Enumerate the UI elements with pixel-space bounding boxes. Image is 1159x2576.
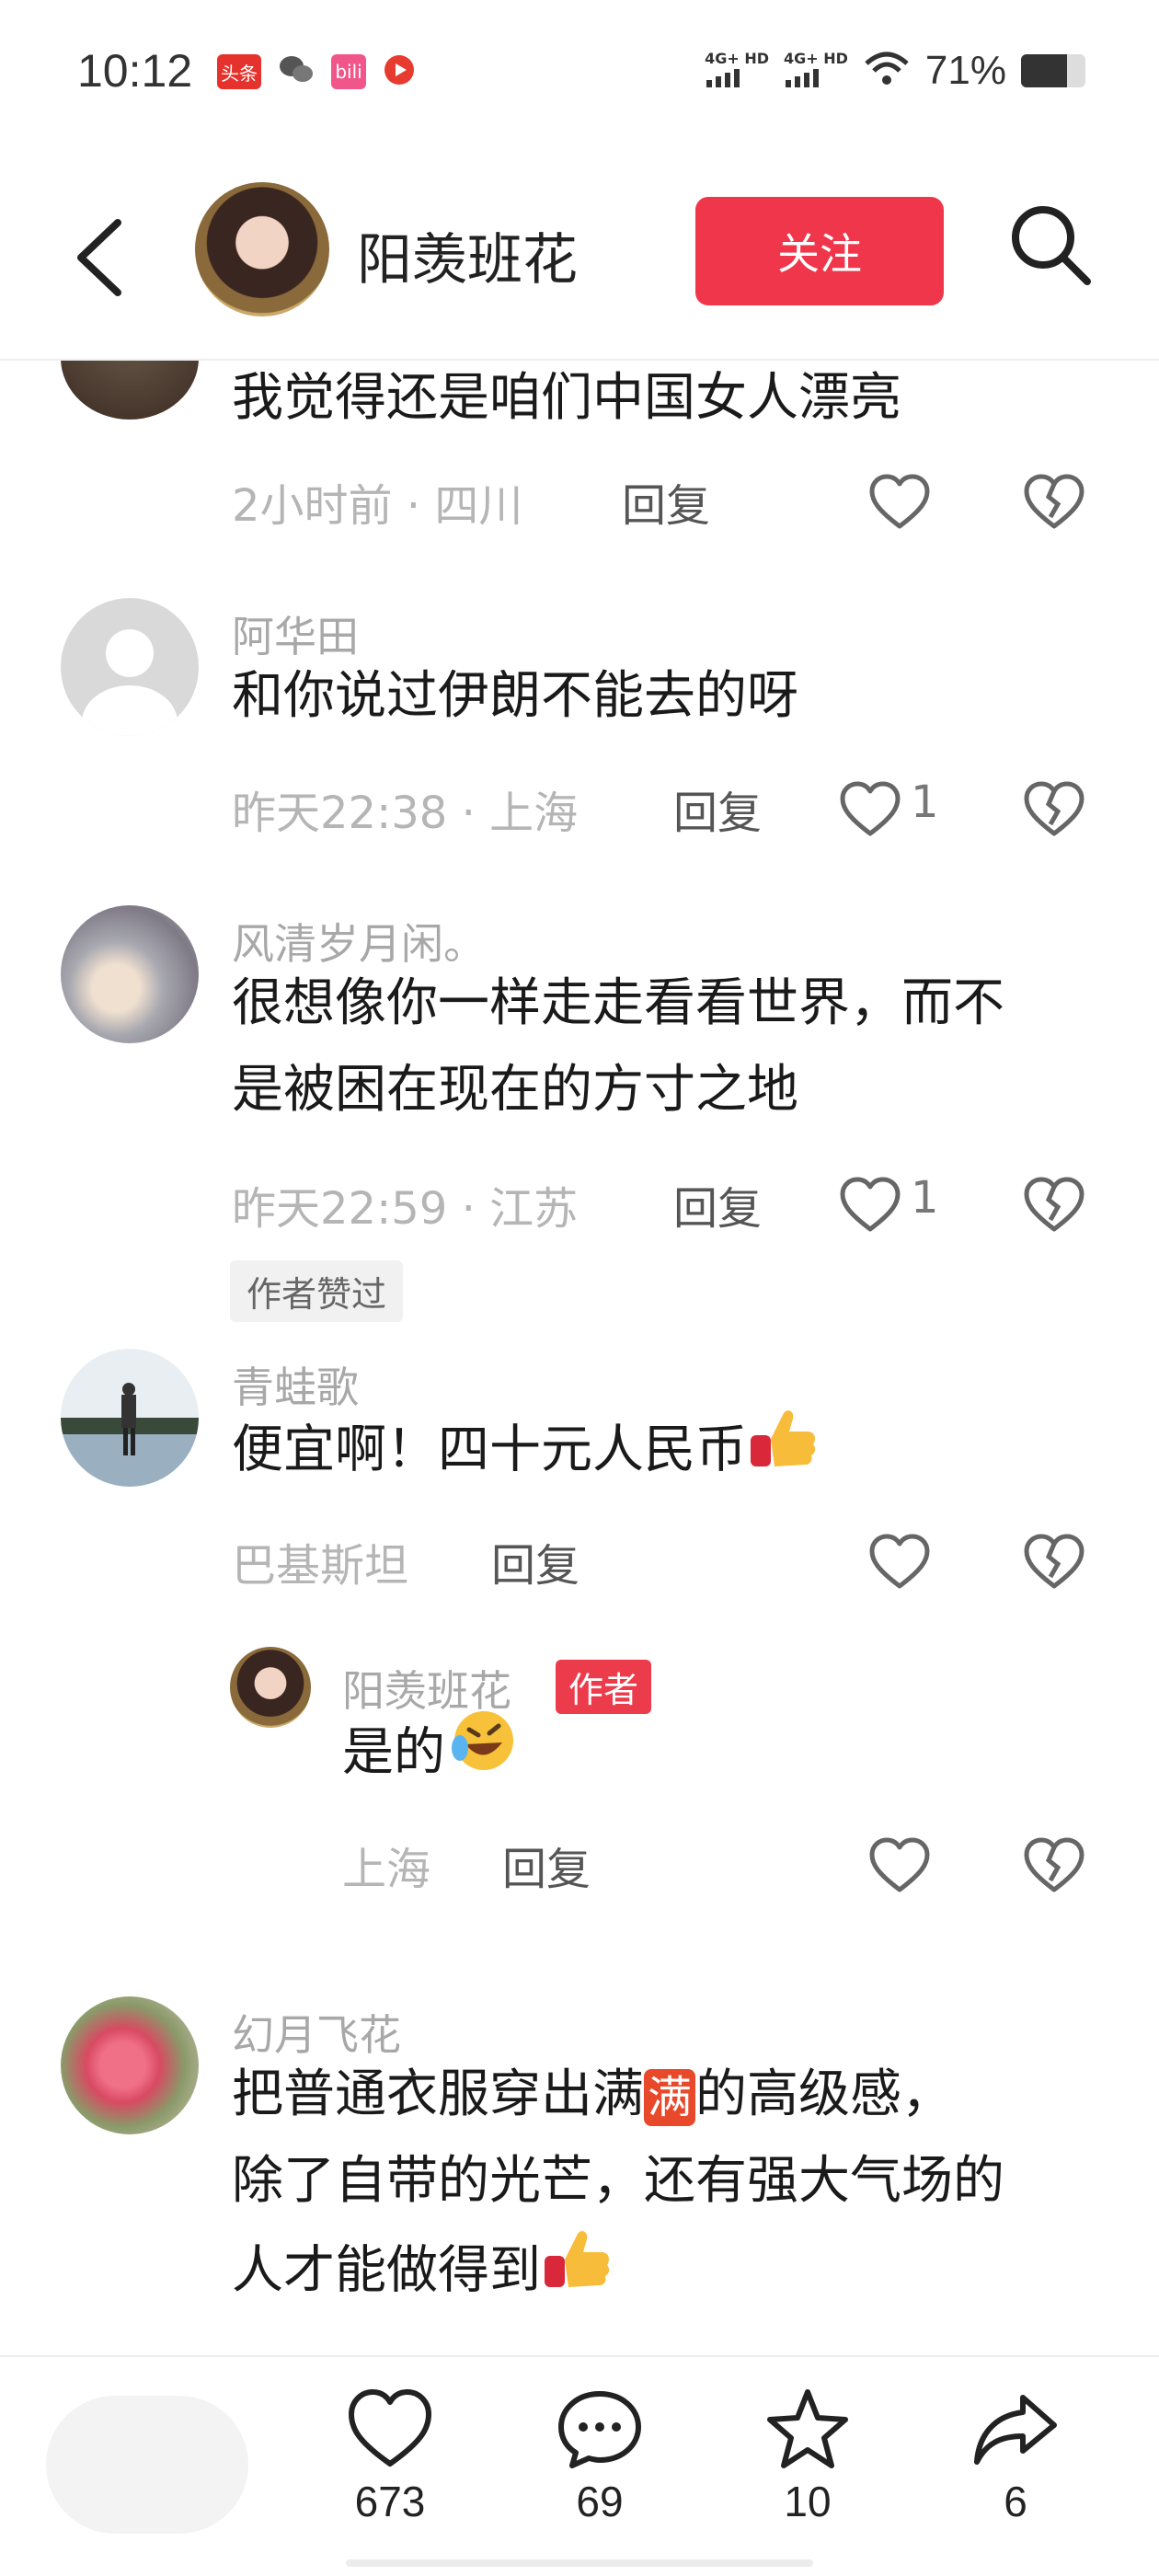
comment-post-button[interactable]: 69 [535, 2385, 664, 2559]
reply-button[interactable]: 回复 [491, 1529, 580, 1593]
bottom-action-bar: 673 69 10 6 [0, 2355, 1159, 2576]
full-badge-emoji: 满 [644, 2068, 696, 2126]
dislike-button[interactable] [1021, 1172, 1087, 1238]
comment-list: 我觉得还是咱们中国女人漂亮 2小时前 · 四川 回复 阿华田 和你说过伊朗不能去… [0, 361, 1159, 2355]
dislike-button[interactable] [1021, 1529, 1087, 1595]
thumbs-up-icon [541, 2225, 613, 2323]
author-avatar[interactable] [195, 182, 329, 316]
video-icon [383, 53, 416, 90]
comment-count: 69 [576, 2478, 624, 2525]
share-count: 6 [1004, 2478, 1027, 2525]
search-icon [1012, 206, 1091, 285]
comment-text: 便宜啊！四十元人民币 [232, 1404, 819, 1502]
author-name[interactable]: 阳羡班花 [357, 215, 578, 295]
comment-text-content: 把普通衣服穿出满 [232, 2064, 644, 2124]
reply-button[interactable]: 回复 [673, 1172, 762, 1236]
like-button[interactable] [866, 469, 933, 535]
home-indicator[interactable] [346, 2559, 813, 2567]
bilibili-icon: bili [331, 54, 366, 89]
battery-percent: 71% [924, 48, 1006, 93]
comment-text-line: 除了自带的光芒，还有强大气场的 [232, 2151, 1004, 2211]
network-indicator-2: 4G+ HD [784, 51, 848, 91]
share-icon [974, 2395, 1057, 2465]
default-user-icon [82, 629, 178, 736]
comment-bubble-icon [558, 2391, 641, 2468]
back-button[interactable] [64, 212, 138, 304]
heart-icon [869, 474, 930, 529]
wifi-icon [863, 51, 911, 91]
comment-meta: 昨天22:59 · 江苏 [232, 1183, 579, 1235]
like-count: 1 [911, 1172, 939, 1224]
chevron-left-icon [77, 219, 121, 296]
network-indicator-1: 4G+ HD [705, 51, 769, 91]
broken-heart-icon [1024, 474, 1084, 529]
commenter-avatar[interactable] [61, 598, 199, 736]
comment-text-content: 是的 [342, 1722, 445, 1783]
follow-button[interactable]: 关注 [695, 197, 944, 305]
thumbs-up-icon [747, 1404, 819, 1502]
comment-text-line: 是被困在现在的方寸之地 [232, 1060, 798, 1120]
status-bar: 10:12 头条 bili 4G+ HD 4G+ HD 71% [0, 0, 1159, 156]
broken-heart-icon [1024, 1177, 1084, 1232]
star-icon [767, 2389, 848, 2468]
comment-text-content: 人才能做得到 [232, 2240, 541, 2301]
author-liked-tag: 作者赞过 [230, 1260, 404, 1322]
comment-text-content: 的高级感， [695, 2064, 954, 2124]
comment-text: 我觉得还是咱们中国女人漂亮 [232, 368, 901, 428]
dislike-button[interactable] [1021, 469, 1087, 535]
commenter-avatar[interactable] [61, 905, 199, 1043]
status-app-icons: 头条 bili [217, 53, 416, 90]
heart-icon [840, 1177, 901, 1232]
person-figure-icon [121, 1383, 136, 1455]
dislike-button[interactable] [1021, 1833, 1087, 1899]
broken-heart-icon [1024, 1837, 1084, 1892]
search-button[interactable] [1006, 201, 1095, 289]
commenter-avatar[interactable] [61, 1996, 199, 2134]
commenter-avatar[interactable] [61, 1349, 199, 1487]
like-button[interactable] [837, 776, 903, 843]
wechat-icon [278, 53, 315, 90]
comment-text: 是的 [342, 1706, 519, 1806]
dislike-button[interactable] [1021, 776, 1087, 843]
commenter-avatar[interactable] [61, 361, 199, 420]
heart-icon [349, 2389, 431, 2467]
comment-text-content: 便宜啊！四十元人民币 [232, 1420, 747, 1480]
comment-text-line: 人才能做得到 [232, 2225, 613, 2323]
heart-icon [869, 1837, 930, 1892]
reply-button[interactable]: 回复 [622, 469, 710, 534]
share-post-button[interactable]: 6 [951, 2385, 1080, 2559]
reply-button[interactable]: 回复 [673, 776, 762, 841]
like-button[interactable] [866, 1529, 933, 1595]
comment-meta: 2小时前 · 四川 [232, 480, 523, 532]
favorite-count: 10 [784, 2478, 832, 2525]
battery-icon [1021, 54, 1085, 87]
reply-button[interactable]: 回复 [502, 1833, 591, 1897]
favorite-post-button[interactable]: 10 [743, 2385, 872, 2559]
comment-text-line: 把普通衣服穿出满满的高级感， [232, 2052, 953, 2138]
comment-text-line: 很想像你一样走走看看世界，而不 [232, 973, 1004, 1033]
comment-input[interactable] [46, 2396, 248, 2534]
comment-text: 和你说过伊朗不能去的呀 [232, 666, 798, 726]
broken-heart-icon [1024, 1534, 1084, 1589]
heart-icon [869, 1534, 930, 1589]
like-count: 1 [911, 776, 939, 828]
comment-meta: 上海 [342, 1844, 431, 1895]
like-count: 673 [354, 2478, 426, 2525]
author-badge: 作者 [556, 1660, 652, 1714]
like-post-button[interactable]: 673 [326, 2385, 454, 2559]
laughing-face-icon [445, 1706, 519, 1806]
toutiao-icon: 头条 [217, 54, 261, 89]
status-time: 10:12 [77, 45, 193, 97]
like-button[interactable] [866, 1833, 933, 1899]
comment-meta: 巴基斯坦 [232, 1540, 409, 1592]
like-button[interactable] [837, 1172, 903, 1238]
comment-meta: 昨天22:38 · 上海 [232, 788, 579, 839]
broken-heart-icon [1024, 781, 1084, 836]
commenter-avatar[interactable] [230, 1647, 311, 1728]
heart-icon [840, 781, 901, 836]
post-header: 阳羡班花 关注 [0, 156, 1159, 361]
